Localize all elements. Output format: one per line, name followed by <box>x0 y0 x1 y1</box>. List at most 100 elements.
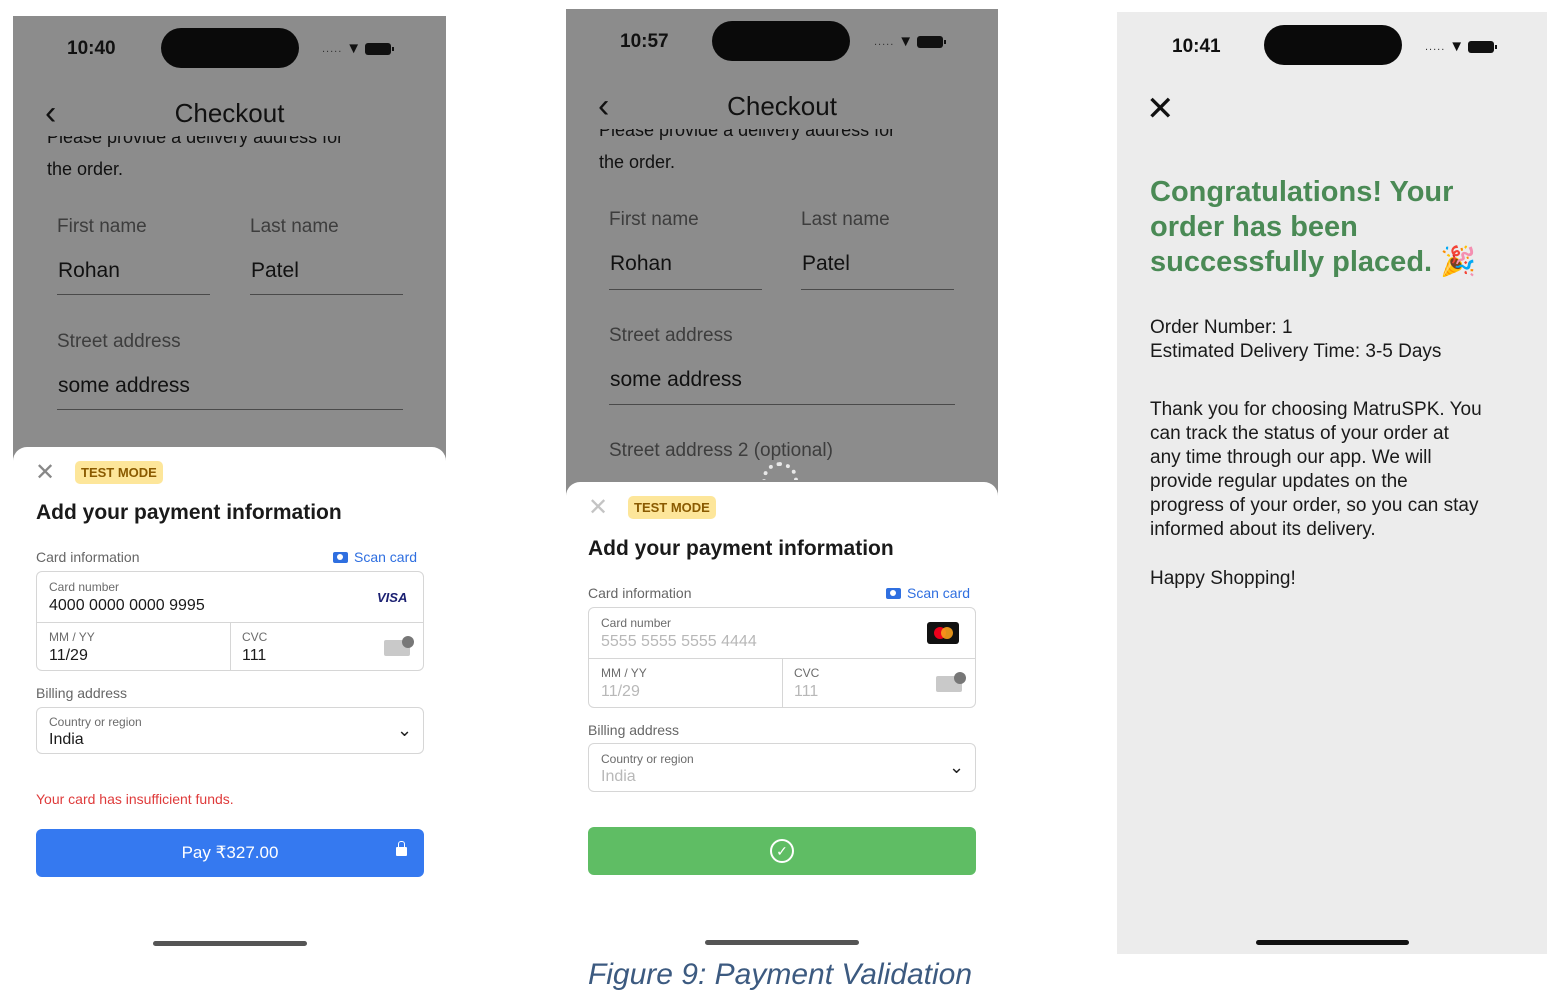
last-name-field[interactable]: Patel <box>251 259 299 283</box>
status-icons: ..... ▼ <box>322 40 395 57</box>
country-label: Country or region <box>601 752 694 766</box>
expiry-label: MM / YY <box>49 630 95 644</box>
phone-screen-insufficient-funds: 10:40 ..... ▼ ‹ Checkout Please provide … <box>13 16 446 954</box>
instructions-text: the order. <box>599 152 676 172</box>
dynamic-island <box>712 21 850 61</box>
last-name-underline <box>250 294 403 295</box>
country-value: India <box>49 731 84 748</box>
signal-icon: ..... <box>322 42 343 55</box>
first-name-label: First name <box>609 209 699 230</box>
message-line: provide regular updates on the <box>1150 471 1408 492</box>
first-name-field[interactable]: Rohan <box>610 252 672 276</box>
pay-button-label: Pay ₹327.00 <box>181 843 279 862</box>
visa-icon: VISA <box>377 590 408 605</box>
country-select[interactable]: Country or region India ⌄ <box>588 743 976 792</box>
first-name-underline <box>609 289 762 290</box>
street-underline <box>57 409 403 410</box>
sheet-title: Add your payment information <box>588 537 894 560</box>
clipped-instructions: Please provide a delivery address for <box>47 136 344 147</box>
message-line: any time through our app. We will <box>1150 447 1432 468</box>
cvc-input[interactable]: 111 <box>242 647 266 665</box>
chevron-down-icon: ⌄ <box>949 757 965 777</box>
last-name-field[interactable]: Patel <box>802 252 850 276</box>
country-value: India <box>601 768 636 785</box>
mastercard-icon <box>927 622 959 644</box>
battery-icon <box>365 42 395 55</box>
lock-icon <box>396 841 407 856</box>
card-info-label: Card information <box>588 585 692 601</box>
delivery-time: Estimated Delivery Time: 3-5 Days <box>1150 341 1442 362</box>
street-label: Street address <box>57 331 181 352</box>
page-title: Checkout <box>727 91 837 121</box>
thank-you-message: Thank you for choosing MatruSPK. You can… <box>1150 398 1482 542</box>
message-line: progress of your order, so you can stay <box>1150 495 1479 516</box>
wifi-icon: ▼ <box>1449 38 1465 55</box>
wifi-icon: ▼ <box>346 40 362 57</box>
expiry-input[interactable]: 11/29 <box>601 683 640 701</box>
close-icon[interactable]: ✕ <box>35 461 55 485</box>
last-name-label: Last name <box>250 216 339 237</box>
home-indicator[interactable] <box>153 941 307 946</box>
pay-button[interactable]: Pay ₹327.00 <box>36 829 424 877</box>
scan-card-label: Scan card <box>354 549 418 565</box>
card-number-label: Card number <box>49 580 120 594</box>
cvc-input[interactable]: 111 <box>794 683 818 701</box>
cvc-card-icon <box>384 636 414 656</box>
loading-spinner-icon <box>762 462 798 480</box>
billing-label: Billing address <box>36 685 128 701</box>
message-line: informed about its delivery. <box>1150 519 1376 540</box>
street-field[interactable]: some address <box>610 368 742 392</box>
error-message: Your card has insufficient funds. <box>36 791 234 807</box>
wifi-icon: ▼ <box>898 33 914 50</box>
country-label: Country or region <box>49 715 142 729</box>
card-number-input[interactable]: 4000 0000 0000 9995 <box>49 597 205 615</box>
card-info-label: Card information <box>36 549 140 565</box>
confirmation-headline: Congratulations! Your order has been suc… <box>1150 175 1476 280</box>
payment-success-button: ✓ <box>588 827 976 875</box>
battery-icon <box>1468 40 1498 53</box>
first-name-label: First name <box>57 216 147 237</box>
figure-caption: Figure 9: Payment Validation <box>587 958 973 991</box>
status-icons: ..... ▼ <box>874 33 947 50</box>
message-line: can track the status of your order at <box>1150 423 1449 444</box>
status-icons: ..... ▼ <box>1425 38 1498 55</box>
battery-icon <box>917 35 947 48</box>
street2-label: Street address 2 (optional) <box>609 440 833 461</box>
closing-message: Happy Shopping! <box>1150 568 1296 589</box>
payment-sheet: ✕ TEST MODE Add your payment information… <box>13 447 446 954</box>
card-number-input[interactable]: 5555 5555 5555 4444 <box>601 633 757 651</box>
order-number: Order Number: 1 <box>1150 317 1293 338</box>
checkmark-icon: ✓ <box>770 839 794 863</box>
street-field[interactable]: some address <box>58 374 190 398</box>
divider <box>230 622 231 671</box>
home-indicator[interactable] <box>1256 940 1409 945</box>
signal-icon: ..... <box>1425 40 1446 53</box>
dynamic-island <box>161 28 299 68</box>
status-time: 10:41 <box>1172 36 1221 57</box>
close-icon: ✕ <box>588 494 609 521</box>
scan-card-label: Scan card <box>907 585 971 601</box>
phone-screen-processing: 10:57 ..... ▼ ‹ Checkout Please provide … <box>566 9 998 947</box>
home-indicator[interactable] <box>705 940 859 945</box>
scan-card-button[interactable]: Scan card <box>886 585 970 601</box>
country-select[interactable]: Country or region India ⌄ <box>36 707 424 754</box>
message-line: Thank you for choosing MatruSPK. You <box>1150 399 1482 420</box>
expiry-input[interactable]: 11/29 <box>49 647 88 665</box>
clipped-instructions: Please provide a delivery address for <box>599 129 896 140</box>
status-time: 10:57 <box>620 31 669 52</box>
expiry-label: MM / YY <box>601 666 647 680</box>
test-mode-badge: TEST MODE <box>75 461 163 484</box>
scan-card-button[interactable]: Scan card <box>333 549 417 565</box>
sheet-title: Add your payment information <box>36 501 342 524</box>
close-icon[interactable]: ✕ <box>1146 92 1175 126</box>
card-input-group: Card number 4000 0000 0000 9995 VISA MM … <box>36 571 424 671</box>
last-name-underline <box>801 289 954 290</box>
first-name-underline <box>57 294 210 295</box>
first-name-field[interactable]: Rohan <box>58 259 120 283</box>
street-underline <box>609 404 955 405</box>
headline-line: successfully placed. 🎉 <box>1150 246 1477 278</box>
billing-label: Billing address <box>588 722 680 738</box>
last-name-label: Last name <box>801 209 890 230</box>
payment-sheet: ✕ TEST MODE Add your payment information… <box>566 482 998 947</box>
test-mode-badge: TEST MODE <box>628 496 716 519</box>
